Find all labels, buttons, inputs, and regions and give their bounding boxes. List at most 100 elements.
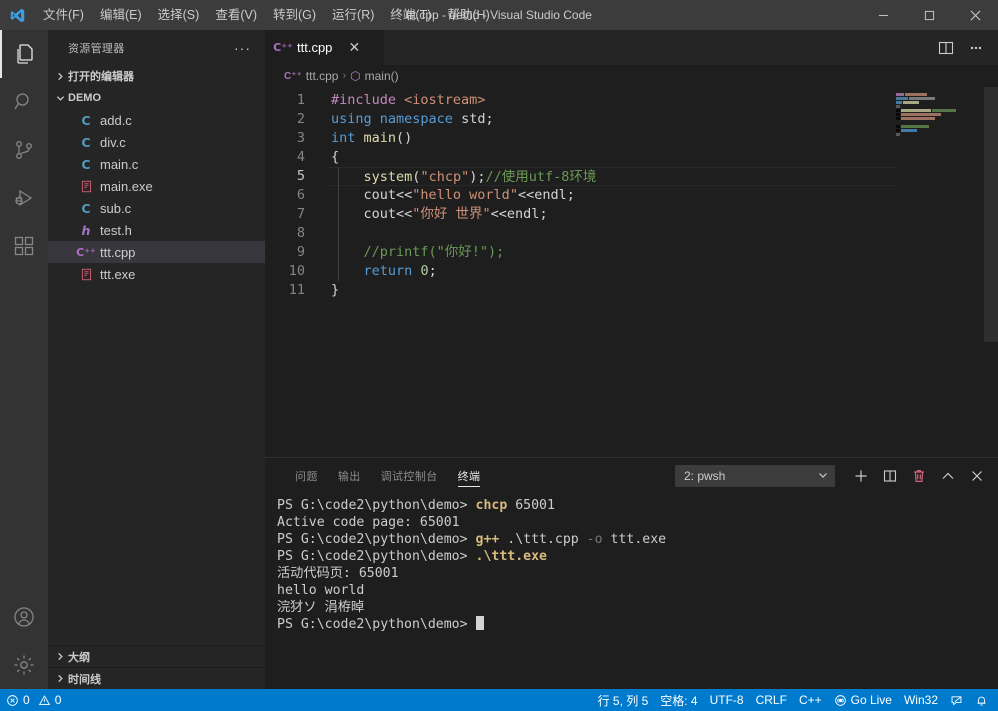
terminal-selector-value: 2: pwsh: [684, 468, 726, 483]
code-editor[interactable]: 1 2 3 4 5 6 7 8 9 10 11 #include <iostream> using n…: [265, 87, 998, 457]
status-notifications[interactable]: [969, 689, 994, 711]
menu-view[interactable]: 查看(V): [207, 0, 265, 30]
section-timeline[interactable]: 时间线: [48, 667, 265, 689]
sidebar-more-actions-icon[interactable]: ···: [228, 40, 257, 56]
panel-tab-output[interactable]: 输出: [328, 458, 371, 493]
editor-scrollbar[interactable]: [984, 87, 998, 457]
minimap-line: [896, 101, 984, 104]
section-project[interactable]: DEMO: [48, 87, 265, 109]
activity-extensions[interactable]: [0, 222, 48, 270]
minimap-segment: [896, 117, 900, 120]
status-problems[interactable]: 0 0: [0, 689, 67, 711]
symbol-method-icon: ⬡: [350, 69, 361, 83]
terminal-token: .\ttt.exe: [475, 549, 547, 564]
menu-terminal[interactable]: 终端(T): [382, 0, 439, 30]
chevron-down-icon: [818, 470, 828, 482]
breadcrumb-symbol[interactable]: ⬡ main(): [350, 69, 399, 83]
chevron-right-icon: [52, 72, 68, 81]
activity-search[interactable]: [0, 78, 48, 126]
status-platform[interactable]: Win32: [898, 689, 944, 711]
file-name: ttt.exe: [100, 266, 136, 282]
status-cursor-position[interactable]: 行 5, 列 5: [592, 689, 655, 711]
code-token: using: [331, 111, 372, 127]
menu-edit[interactable]: 编辑(E): [92, 0, 150, 30]
terminal-token: chcp: [475, 498, 508, 513]
minimap-segment: [901, 117, 935, 120]
maximize-button[interactable]: [906, 0, 952, 30]
split-terminal-icon[interactable]: [877, 463, 903, 489]
status-go-live[interactable]: Go Live: [828, 689, 898, 711]
minimap-segment: [896, 105, 900, 108]
title-bar: 文件(F) 编辑(E) 选择(S) 查看(V) 转到(G) 运行(R) 终端(T…: [0, 0, 998, 30]
h-file-icon: h: [81, 222, 91, 238]
activity-settings[interactable]: [0, 641, 48, 689]
breadcrumb-file[interactable]: C⁺⁺ ttt.cpp: [284, 69, 338, 83]
activity-account[interactable]: [0, 593, 48, 641]
status-eol[interactable]: CRLF: [750, 689, 793, 711]
close-panel-icon[interactable]: [964, 463, 990, 489]
menu-go[interactable]: 转到(G): [265, 0, 324, 30]
window-controls[interactable]: [860, 0, 998, 30]
sidebar-title-bar: 资源管理器 ···: [48, 30, 265, 65]
file-tree-item[interactable]: ttt.exe: [48, 263, 265, 285]
section-open-editors[interactable]: 打开的编辑器: [48, 65, 265, 87]
ellipsis-icon[interactable]: [962, 34, 990, 62]
file-tree-item[interactable]: h test.h: [48, 219, 265, 241]
code-token: //使用utf-8环境: [485, 169, 597, 185]
c-file-icon: C: [81, 200, 91, 216]
file-tree-item[interactable]: Cmain.c: [48, 153, 265, 175]
warning-icon: [38, 694, 50, 705]
status-bar: 0 0 行 5, 列 5 空格: 4 UTF-8 CRLF C++ Go Liv…: [0, 689, 998, 711]
code-token: {: [331, 149, 340, 165]
terminal-token: PS G:\code2\python\demo>: [277, 498, 476, 513]
minimap[interactable]: [896, 87, 984, 457]
terminal-selector[interactable]: 2: pwsh: [675, 464, 835, 487]
status-language-mode[interactable]: C++: [793, 689, 828, 711]
file-tree-item[interactable]: Cadd.c: [48, 109, 265, 131]
menu-selection[interactable]: 选择(S): [150, 0, 208, 30]
terminal-output[interactable]: PS G:\code2\python\demo> chcp 65001 Activ…: [265, 493, 998, 689]
terminal-token: PS G:\code2\python\demo>: [277, 532, 476, 547]
panel-tab-debug-console[interactable]: 调试控制台: [371, 458, 448, 493]
warning-count: 0: [54, 693, 62, 707]
menu-help[interactable]: 帮助(H): [439, 0, 497, 30]
code-token: 0: [420, 263, 429, 279]
terminal-line: hello world: [277, 582, 998, 599]
new-terminal-icon[interactable]: [848, 463, 874, 489]
minimap-line: [896, 109, 984, 112]
status-feedback[interactable]: [944, 689, 969, 711]
file-tree-item[interactable]: Csub.c: [48, 197, 265, 219]
go-live-label: Go Live: [850, 693, 892, 707]
menu-run[interactable]: 运行(R): [324, 0, 382, 30]
outline-label: 大纲: [68, 651, 90, 664]
scrollbar-slider[interactable]: [984, 87, 998, 342]
panel-tab-problems[interactable]: 问题: [285, 458, 328, 493]
code-line[interactable]: system("chcp");//使用utf-8环境: [327, 167, 962, 186]
terminal-token: 活动代码页: 65001: [277, 566, 399, 581]
file-tree-item[interactable]: Cdiv.c: [48, 131, 265, 153]
panel-tab-terminal[interactable]: 终端: [448, 458, 491, 493]
trash-icon[interactable]: [906, 463, 932, 489]
section-outline[interactable]: 大纲: [48, 645, 265, 667]
file-tree: Cadd.c Cdiv.c Cmain.c main.exe Csub.c h test.h…: [48, 109, 265, 645]
status-indentation[interactable]: 空格: 4: [654, 689, 703, 711]
tab-ttt-cpp[interactable]: C⁺⁺ ttt.cpp ✕: [265, 30, 385, 65]
close-icon[interactable]: ✕: [346, 39, 362, 56]
activity-source-control[interactable]: [0, 126, 48, 174]
status-encoding[interactable]: UTF-8: [704, 689, 750, 711]
activity-run-debug[interactable]: [0, 174, 48, 222]
split-editor-icon[interactable]: [932, 34, 960, 62]
menu-file[interactable]: 文件(F): [35, 0, 92, 30]
chevron-right-icon: [52, 674, 68, 683]
editor-tabs: C⁺⁺ ttt.cpp ✕: [265, 30, 998, 65]
file-tree-item[interactable]: main.exe: [48, 175, 265, 197]
close-button[interactable]: [952, 0, 998, 30]
minimize-button[interactable]: [860, 0, 906, 30]
menu-bar[interactable]: 文件(F) 编辑(E) 选择(S) 查看(V) 转到(G) 运行(R) 终端(T…: [35, 0, 498, 30]
line-number: 7: [296, 206, 305, 222]
chevron-up-icon[interactable]: [935, 463, 961, 489]
activity-explorer[interactable]: [0, 30, 48, 78]
code-token: (): [396, 130, 413, 146]
file-tree-item[interactable]: C⁺⁺ ttt.cpp: [48, 241, 265, 263]
